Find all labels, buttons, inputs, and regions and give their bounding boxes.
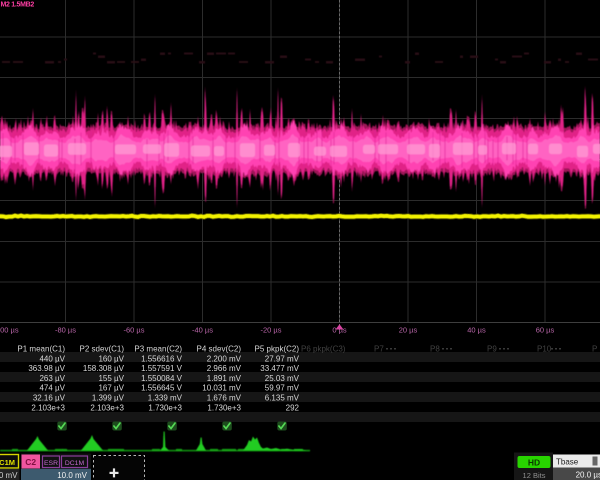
- svg-text:2.103e+3: 2.103e+3: [90, 403, 124, 412]
- svg-text:1.556616 V: 1.556616 V: [141, 354, 183, 363]
- svg-text:1.399 µV: 1.399 µV: [92, 394, 125, 403]
- svg-text:1.550084 V: 1.550084 V: [141, 374, 183, 383]
- svg-text:25.03 mV: 25.03 mV: [265, 374, 300, 383]
- svg-text:P9: P9: [487, 345, 497, 354]
- svg-text:DC1M: DC1M: [0, 458, 15, 467]
- svg-text:P7: P7: [374, 345, 384, 354]
- svg-text:10.0 mV: 10.0 mV: [57, 471, 87, 480]
- svg-text:60 µs: 60 µs: [536, 326, 555, 335]
- svg-text:DC1M: DC1M: [65, 460, 85, 467]
- svg-text:P: P: [592, 345, 597, 354]
- svg-text:-40 µs: -40 µs: [192, 326, 213, 335]
- svg-text:1.891 mV: 1.891 mV: [207, 374, 242, 383]
- svg-text:2.103e+3: 2.103e+3: [31, 403, 65, 412]
- svg-text:440 µV: 440 µV: [39, 354, 65, 363]
- svg-text:-20 µs: -20 µs: [261, 326, 282, 335]
- svg-text:1.339 mV: 1.339 mV: [148, 394, 183, 403]
- svg-text:P6 pkpk(C3): P6 pkpk(C3): [301, 345, 346, 354]
- svg-text:33.477 mV: 33.477 mV: [260, 364, 299, 373]
- svg-text:158.308 µV: 158.308 µV: [83, 364, 125, 373]
- svg-text:160 µV: 160 µV: [98, 354, 124, 363]
- svg-text:363.98 µV: 363.98 µV: [28, 364, 65, 373]
- svg-text:20 µs: 20 µs: [399, 326, 418, 335]
- svg-text:P5 pkpk(C2): P5 pkpk(C2): [255, 345, 300, 354]
- svg-text:50.0 mV: 50.0 mV: [0, 471, 18, 480]
- svg-text:32.16 µV: 32.16 µV: [33, 394, 66, 403]
- svg-text:M2 1.5MB2: M2 1.5MB2: [1, 2, 35, 9]
- svg-text:C2: C2: [25, 457, 36, 467]
- svg-text:ESR: ESR: [44, 460, 58, 467]
- svg-text:P3 mean(C2): P3 mean(C2): [134, 345, 182, 354]
- svg-text:1.556645 V: 1.556645 V: [141, 384, 183, 393]
- svg-text:1.676 mV: 1.676 mV: [207, 394, 242, 403]
- svg-text:59.97 mV: 59.97 mV: [265, 384, 300, 393]
- svg-text:27.97 mV: 27.97 mV: [265, 354, 300, 363]
- svg-text:2.200 mV: 2.200 mV: [207, 354, 242, 363]
- svg-text:10.031 mV: 10.031 mV: [202, 384, 241, 393]
- svg-text:1.730e+3: 1.730e+3: [207, 403, 241, 412]
- svg-text:P1 mean(C1): P1 mean(C1): [17, 345, 65, 354]
- svg-text:P10: P10: [537, 345, 552, 354]
- svg-text:P8: P8: [430, 345, 440, 354]
- svg-text:474 µV: 474 µV: [39, 384, 65, 393]
- svg-text:167 µV: 167 µV: [98, 384, 124, 393]
- svg-text:-80 µs: -80 µs: [55, 326, 76, 335]
- svg-text:-60 µs: -60 µs: [124, 326, 145, 335]
- svg-text:1.730e+3: 1.730e+3: [148, 403, 182, 412]
- svg-text:155 µV: 155 µV: [98, 374, 124, 383]
- svg-text:6.135 mV: 6.135 mV: [265, 394, 300, 403]
- svg-text:40 µs: 40 µs: [467, 326, 486, 335]
- svg-text:1.557591 V: 1.557591 V: [141, 364, 183, 373]
- svg-text:P2 sdev(C1): P2 sdev(C1): [80, 345, 125, 354]
- svg-text:-100 µs: -100 µs: [0, 326, 19, 335]
- svg-text:12 Bits: 12 Bits: [523, 471, 546, 480]
- svg-text:292: 292: [286, 403, 300, 412]
- svg-text:20.0 µs: 20.0 µs: [576, 471, 600, 480]
- svg-text:263 µV: 263 µV: [39, 374, 65, 383]
- svg-text:P4 sdev(C2): P4 sdev(C2): [197, 345, 242, 354]
- svg-text:Tbase: Tbase: [556, 458, 579, 467]
- svg-text:2.966 mV: 2.966 mV: [207, 364, 242, 373]
- svg-text:HD: HD: [528, 458, 540, 468]
